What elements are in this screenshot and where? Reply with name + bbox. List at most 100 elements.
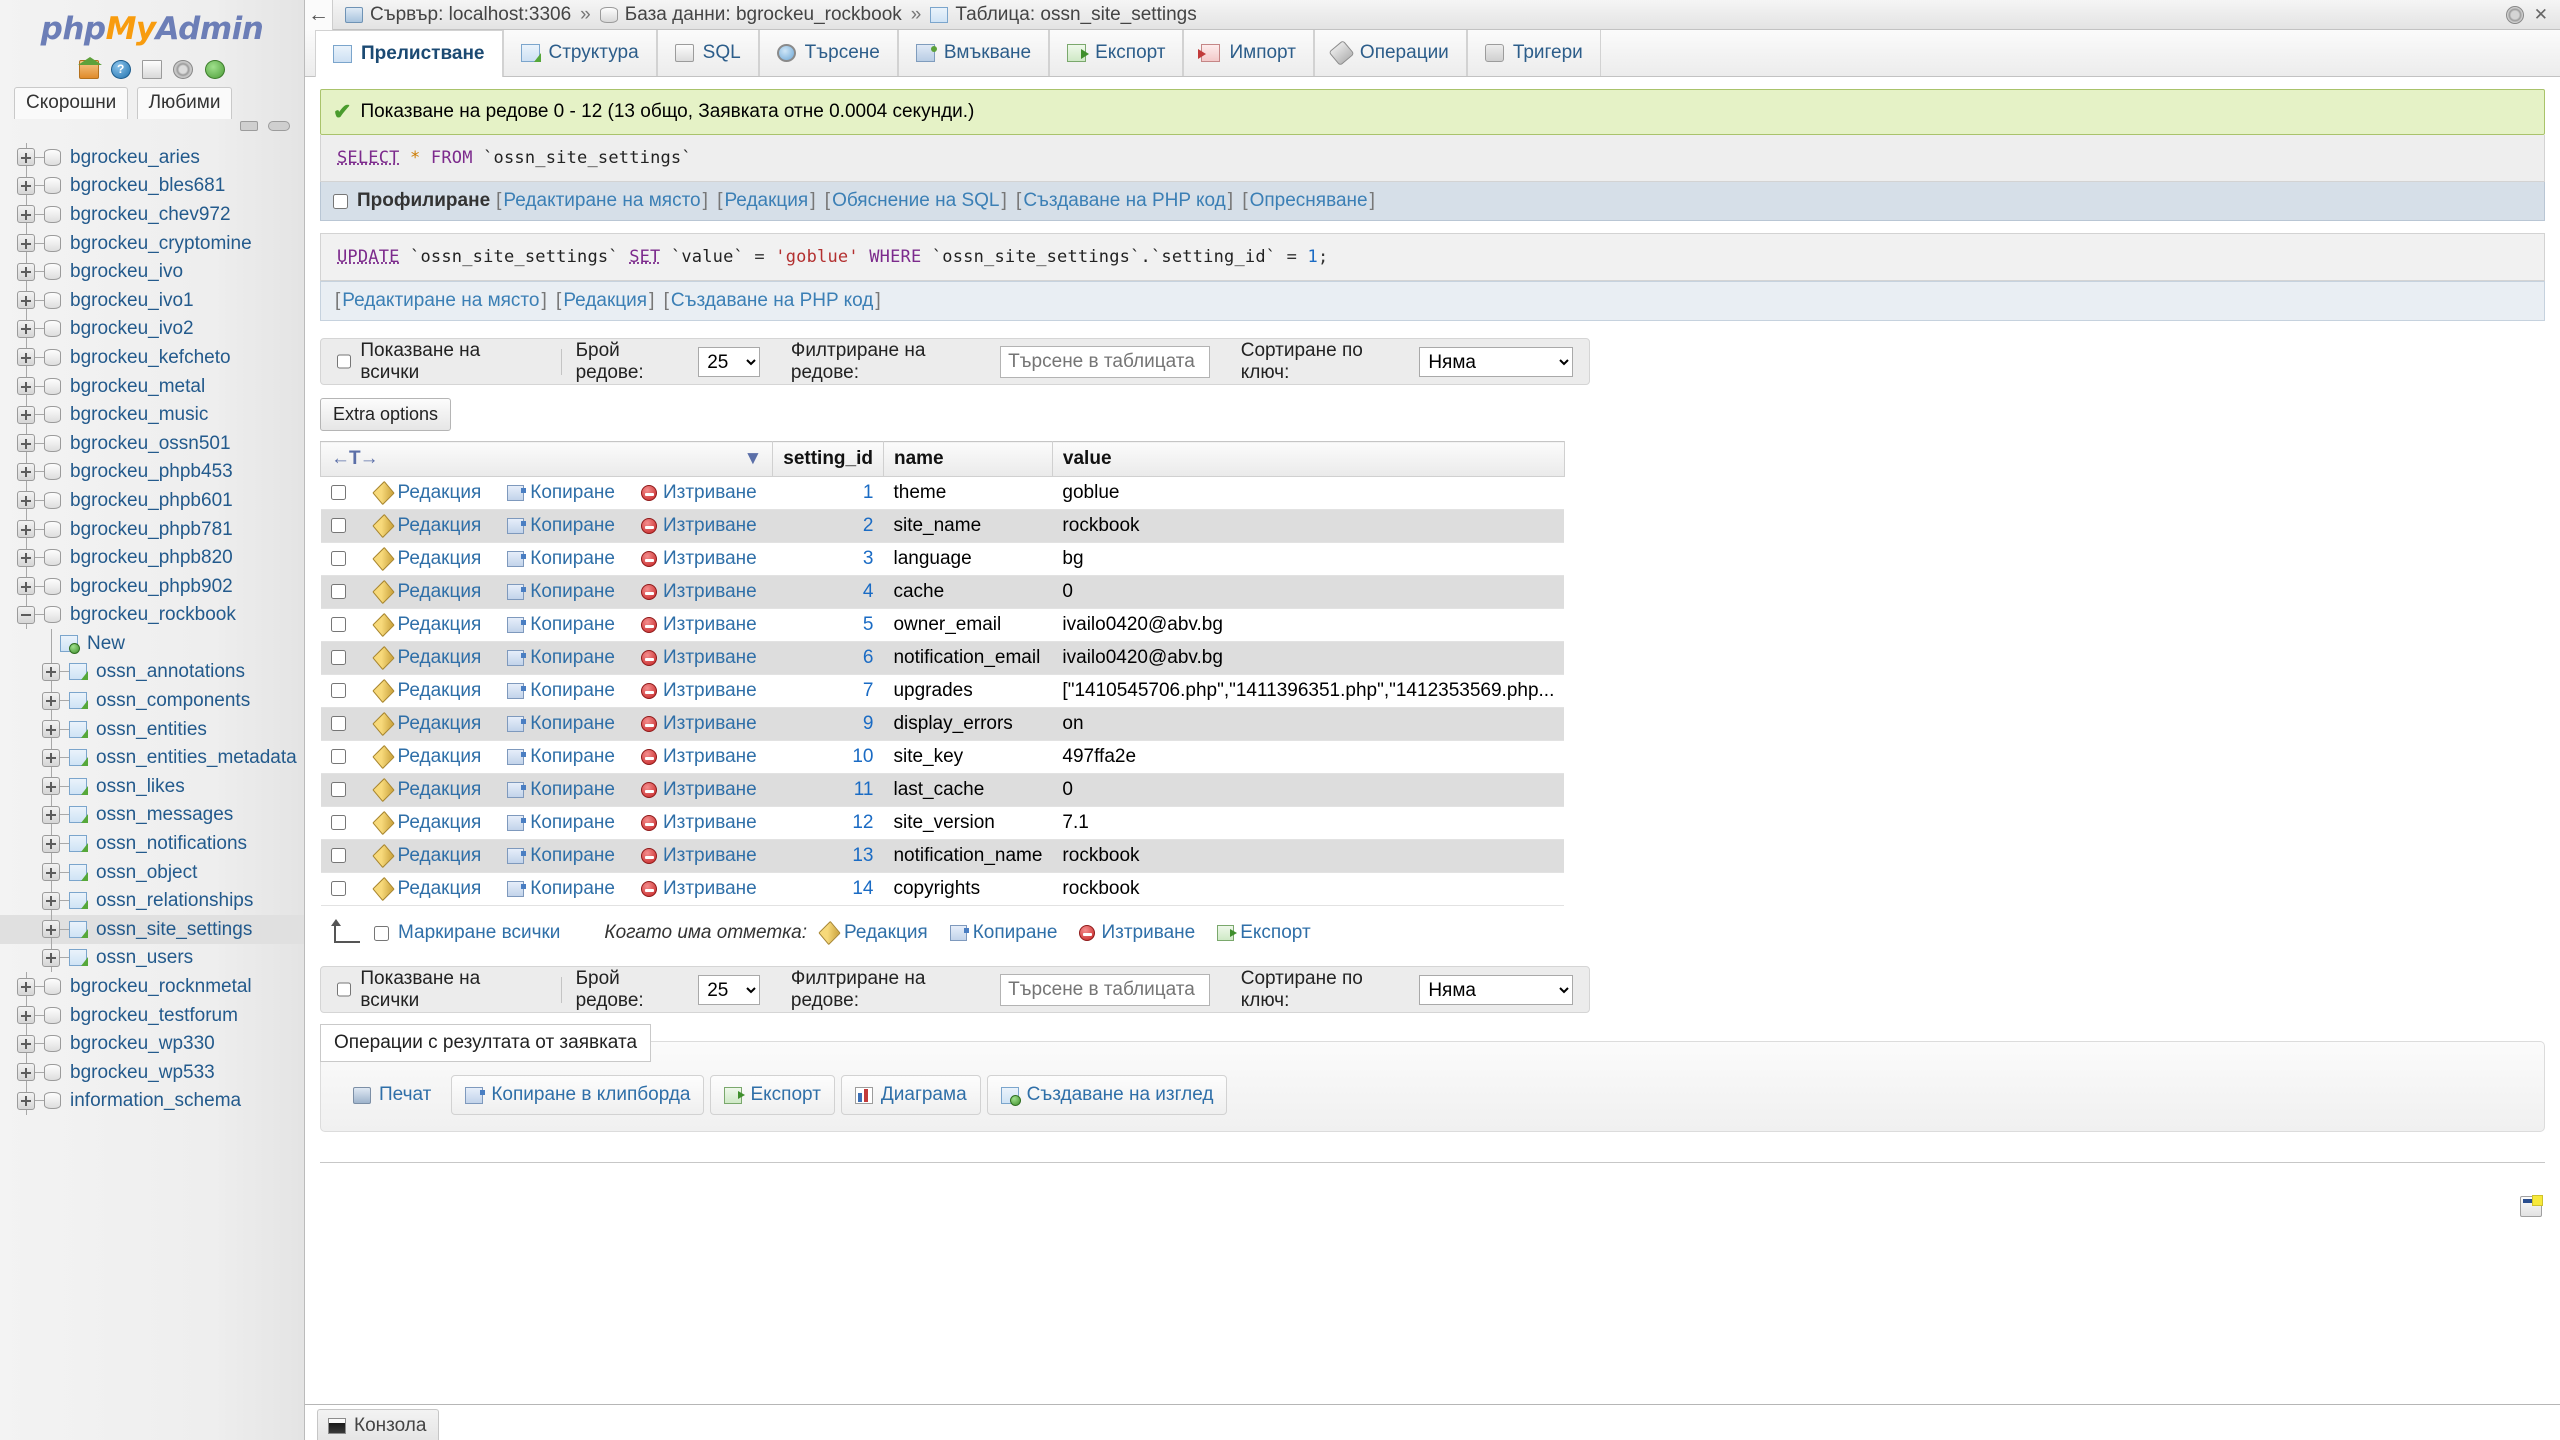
expand-icon[interactable] — [42, 720, 60, 739]
tree-item-ossn-object[interactable]: ossn_object — [0, 857, 304, 887]
row-edit-link[interactable]: Редакция — [371, 744, 481, 770]
row-edit-link[interactable]: Редакция — [371, 777, 481, 803]
expand-icon[interactable] — [42, 777, 60, 796]
gear-icon[interactable] — [173, 60, 194, 80]
row-checkbox[interactable] — [330, 551, 346, 567]
row-edit-link[interactable]: Редакция — [371, 843, 481, 869]
row-delete-link[interactable]: Изтриване — [640, 746, 757, 767]
expand-icon[interactable] — [17, 377, 35, 396]
phpmyadmin-logo[interactable]: phpMyAdmin — [41, 14, 264, 45]
expand-icon[interactable] — [17, 176, 35, 195]
table-row[interactable]: Редакция Копиране Изтриване 3 language bg — [320, 542, 1565, 576]
row-checkbox[interactable] — [330, 584, 346, 600]
row-copy-link[interactable]: Копиране — [507, 581, 615, 602]
table-row[interactable]: Редакция Копиране Изтриване 5 owner_email iva… — [320, 608, 1565, 642]
expand-icon[interactable] — [17, 319, 35, 338]
tab-структура[interactable]: Структура — [502, 30, 657, 76]
tree-item-bgrockeu-cryptomine[interactable]: bgrockeu_cryptomine — [0, 228, 304, 258]
profiling-link-3[interactable]: Създаване на PHP код — [1023, 190, 1225, 211]
expand-icon[interactable] — [17, 1091, 35, 1110]
row-checkbox[interactable] — [330, 650, 346, 666]
table-row[interactable]: Редакция Копиране Изтриване 13 notification_… — [320, 839, 1565, 873]
tab-прелистване[interactable]: Прелистване — [315, 30, 503, 77]
query-op-clipboard[interactable]: Копиране в клипборда — [451, 1075, 705, 1115]
row-checkbox[interactable] — [330, 782, 346, 798]
row-checkbox[interactable] — [330, 848, 346, 864]
row-delete-link[interactable]: Изтриване — [640, 680, 757, 701]
tree-item-bgrockeu-rocknmetal[interactable]: bgrockeu_rocknmetal — [0, 972, 304, 1001]
console-toggle-button[interactable]: Конзола — [317, 1409, 440, 1440]
with-selected-delete[interactable]: Изтриване — [1079, 922, 1195, 944]
table-row[interactable]: Редакция Копиране Изтриване 9 display_errors… — [320, 707, 1565, 741]
close-icon[interactable]: ✕ — [2534, 5, 2548, 25]
table-row[interactable]: Редакция Копиране Изтриване 4 cache 0 — [320, 575, 1565, 609]
with-selected-edit[interactable]: Редакция — [818, 920, 928, 946]
expand-icon[interactable] — [17, 977, 35, 996]
table-row[interactable]: Редакция Копиране Изтриване 6 notification_e… — [320, 641, 1565, 675]
row-nav-arrows[interactable]: ←T→ — [331, 448, 379, 469]
table-row[interactable]: Редакция Копиране Изтриване 14 copyrights roc… — [320, 872, 1565, 906]
profiling-link-0[interactable]: Редактиране на място — [503, 190, 700, 211]
settings-gear-icon[interactable] — [2505, 6, 2524, 24]
query-op-print[interactable]: Печат — [339, 1075, 445, 1115]
row-delete-link[interactable]: Изтриване — [640, 482, 757, 503]
tab-sql[interactable]: SQL — [656, 30, 759, 76]
row-checkbox[interactable] — [330, 485, 346, 501]
row-edit-link[interactable]: Редакция — [371, 513, 481, 539]
row-edit-link[interactable]: Редакция — [371, 480, 481, 506]
row-copy-link[interactable]: Копиране — [507, 515, 615, 536]
tab-експорт[interactable]: Експорт — [1049, 30, 1184, 76]
column-header-name[interactable]: name — [882, 441, 1053, 477]
row-edit-link[interactable]: Редакция — [371, 876, 481, 902]
tree-item-bgrockeu-ivo[interactable]: bgrockeu_ivo — [0, 257, 304, 286]
table-row[interactable]: Редакция Копиране Изтриване 10 site_key 497ff… — [320, 740, 1565, 774]
row-delete-link[interactable]: Изтриване — [640, 878, 757, 899]
tree-item-bgrockeu-bles681[interactable]: bgrockeu_bles681 — [0, 171, 304, 201]
expand-icon[interactable] — [17, 491, 35, 510]
expand-icon[interactable] — [17, 234, 35, 253]
sort-caret-icon[interactable]: ▼ — [743, 448, 762, 470]
row-copy-link[interactable]: Копиране — [507, 482, 615, 503]
tree-item-bgrockeu-testforum[interactable]: bgrockeu_testforum — [0, 1000, 304, 1030]
help-icon[interactable]: ? — [110, 60, 131, 80]
expand-icon[interactable] — [42, 691, 60, 710]
breadcrumb-table[interactable]: Таблица: ossn_site_settings — [930, 4, 1197, 26]
tree-item-bgrockeu-phpb601[interactable]: bgrockeu_phpb601 — [0, 486, 304, 515]
row-checkbox[interactable] — [330, 749, 346, 765]
check-all-checkbox[interactable] — [374, 925, 389, 941]
expand-icon[interactable] — [17, 577, 35, 596]
collapse-all-icon[interactable] — [239, 120, 258, 131]
tree-item-bgrockeu-aries[interactable]: bgrockeu_aries — [0, 143, 304, 172]
row-checkbox[interactable] — [330, 617, 346, 633]
expand-icon[interactable] — [17, 148, 35, 167]
sidebar-tab-favorites[interactable]: Любими — [136, 87, 233, 119]
table-row[interactable]: Редакция Копиране Изтриване 11 last_cache 0 — [320, 773, 1565, 807]
expand-icon[interactable] — [17, 1006, 35, 1025]
collapse-icon[interactable] — [17, 605, 35, 624]
row-delete-link[interactable]: Изтриване — [640, 812, 757, 833]
tree-item-bgrockeu-phpb820[interactable]: bgrockeu_phpb820 — [0, 543, 304, 572]
tree-item-bgrockeu-kefcheto[interactable]: bgrockeu_kefcheto — [0, 343, 304, 372]
query2-link-2[interactable]: Създаване на PHP код — [671, 290, 873, 311]
row-edit-link[interactable]: Редакция — [371, 579, 481, 605]
row-delete-link[interactable]: Изтриване — [640, 779, 757, 800]
row-delete-link[interactable]: Изтриване — [640, 581, 757, 602]
row-copy-link[interactable]: Копиране — [507, 845, 615, 866]
expand-icon[interactable] — [42, 863, 60, 882]
refresh-icon[interactable] — [204, 60, 225, 80]
tree-item-ossn-entities[interactable]: ossn_entities — [0, 714, 304, 744]
row-copy-link[interactable]: Копиране — [507, 878, 615, 899]
tree-item-bgrockeu-ivo1[interactable]: bgrockeu_ivo1 — [0, 285, 304, 315]
tree-item-New[interactable]: New — [0, 629, 304, 658]
expand-icon[interactable] — [17, 405, 35, 424]
tree-item-ossn-relationships[interactable]: ossn_relationships — [0, 886, 304, 916]
back-arrow-icon[interactable]: ← — [305, 0, 333, 30]
row-edit-link[interactable]: Редакция — [371, 810, 481, 836]
sql-query-display-2[interactable]: UPDATE `ossn_site_settings` SET `value` … — [320, 233, 2545, 281]
tree-item-bgrockeu-wp330[interactable]: bgrockeu_wp330 — [0, 1029, 304, 1058]
tree-item-bgrockeu-chev972[interactable]: bgrockeu_chev972 — [0, 200, 304, 229]
row-checkbox[interactable] — [330, 683, 346, 699]
row-delete-link[interactable]: Изтриване — [640, 845, 757, 866]
expand-icon[interactable] — [17, 548, 35, 567]
row-checkbox[interactable] — [330, 518, 346, 534]
